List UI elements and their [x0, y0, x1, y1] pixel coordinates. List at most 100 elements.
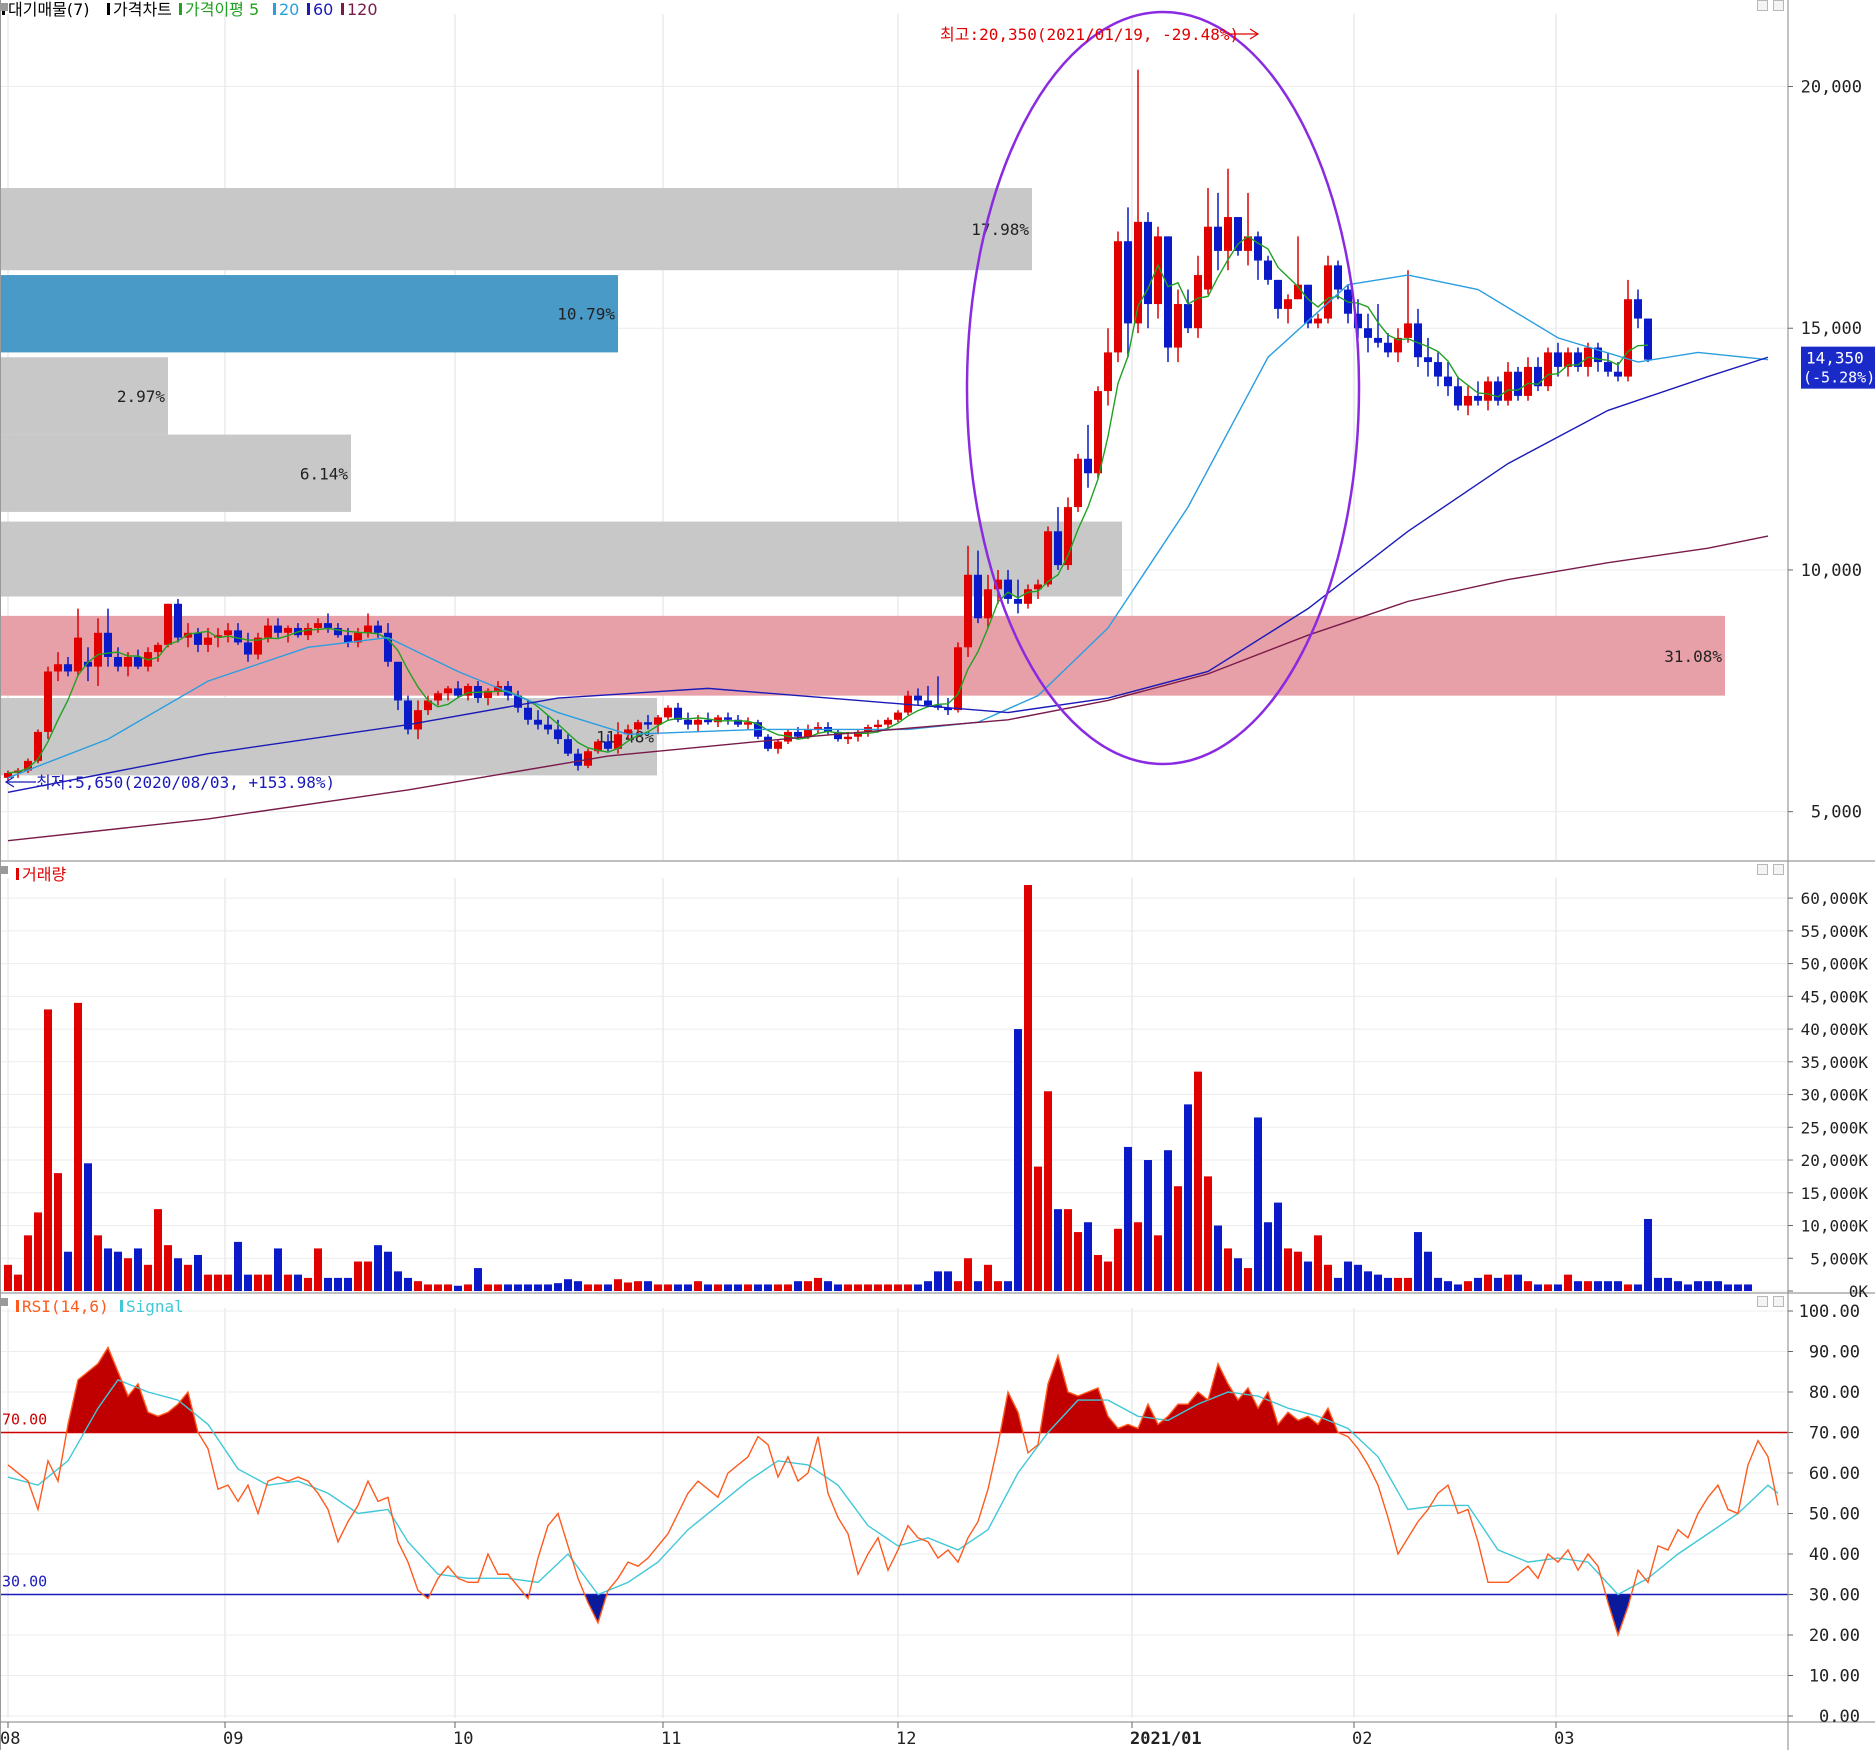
volume-bar	[1034, 1166, 1042, 1291]
minimize-button-volume[interactable]	[1757, 864, 1768, 875]
volume-bar	[1154, 1235, 1162, 1291]
volume-bar	[754, 1284, 762, 1291]
legend-main-item: 20	[279, 0, 299, 19]
volume-bar	[344, 1277, 352, 1291]
volume-bar	[1594, 1281, 1602, 1291]
volume-bar	[994, 1281, 1002, 1291]
candle-body	[564, 739, 572, 754]
volume-bar	[434, 1284, 442, 1291]
rsi-axis-tick: 90.00	[1809, 1343, 1860, 1363]
rsi-axis-tick: 10.00	[1809, 1667, 1860, 1687]
volume-bar	[1204, 1176, 1212, 1291]
volume-bar	[1414, 1232, 1422, 1291]
volume-bar	[844, 1284, 852, 1291]
volume-bar	[144, 1264, 152, 1291]
candle-body	[454, 688, 462, 696]
maximize-button-price[interactable]	[1773, 0, 1784, 11]
volume-bar	[974, 1281, 982, 1291]
volume-bar	[884, 1284, 892, 1291]
volume-bar	[1114, 1228, 1122, 1291]
candle-body	[1384, 342, 1392, 353]
volume-axis-tick: 40,000K	[1801, 1020, 1869, 1039]
volume-bar	[194, 1254, 202, 1291]
volume-profile-bar	[0, 275, 618, 353]
volume-bar	[14, 1274, 22, 1291]
volume-bar	[804, 1281, 812, 1291]
minimize-button-price[interactable]	[1757, 0, 1768, 11]
candle-body	[264, 625, 272, 638]
candle-body	[434, 693, 442, 701]
volume-bar	[374, 1245, 382, 1291]
volume-bar	[894, 1284, 902, 1291]
candle-body	[1624, 299, 1632, 377]
volume-bar	[1674, 1281, 1682, 1291]
candle-body	[924, 700, 932, 706]
volume-bar	[514, 1284, 522, 1291]
volume-bar	[1644, 1218, 1652, 1291]
volume-axis-tick: 20,000K	[1801, 1151, 1869, 1170]
candle-body	[894, 712, 902, 720]
candle-body	[324, 623, 332, 628]
candle-body	[874, 724, 882, 728]
x-axis-label: 03	[1554, 1729, 1574, 1749]
volume-bar	[1244, 1268, 1252, 1291]
volume-axis-tick: 35,000K	[1801, 1053, 1869, 1072]
candle-body	[1374, 337, 1382, 343]
maximize-button-volume[interactable]	[1773, 864, 1784, 875]
volume-axis-tick: 50,000K	[1801, 955, 1869, 974]
rsi-axis-tick: 60.00	[1809, 1464, 1860, 1484]
volume-bar	[384, 1251, 392, 1291]
volume-bar	[294, 1274, 302, 1291]
volume-bar	[1734, 1284, 1742, 1291]
maximize-button-rsi[interactable]	[1773, 1296, 1784, 1307]
candle-body	[1164, 236, 1172, 348]
candle-body	[1434, 362, 1442, 377]
volume-bar	[1394, 1277, 1402, 1291]
volume-bar	[914, 1284, 922, 1291]
candle-body	[1524, 366, 1532, 396]
volume-bar	[664, 1284, 672, 1291]
volume-bar	[684, 1284, 692, 1291]
candle-body	[1284, 299, 1292, 309]
candle-body	[364, 625, 372, 633]
volume-bar	[1684, 1284, 1692, 1291]
volume-bar	[794, 1281, 802, 1291]
candle-body	[1264, 260, 1272, 280]
volume-bar	[324, 1277, 332, 1291]
chart-canvas[interactable]: 17.98%10.79%2.97%6.14%31.08%11.48% 20,00…	[0, 0, 1875, 1750]
volume-bar	[834, 1284, 842, 1291]
volume-bar	[164, 1245, 172, 1291]
volume-bar	[524, 1284, 532, 1291]
volume-axis-tick: 15,000K	[1801, 1184, 1869, 1203]
candle-body	[544, 724, 552, 730]
candle-body	[114, 656, 122, 667]
volume-axis-tick: 60,000K	[1801, 889, 1869, 908]
volume-bar	[764, 1284, 772, 1291]
candle-body	[1044, 531, 1052, 585]
volume-bar	[184, 1264, 192, 1291]
volume-bar	[714, 1284, 722, 1291]
volume-bar	[1234, 1258, 1242, 1291]
candle-body	[1544, 352, 1552, 387]
candle-body	[94, 632, 102, 667]
volume-bar	[404, 1277, 412, 1291]
volume-bar	[674, 1284, 682, 1291]
rsi-axis-tick: 30.00	[1809, 1586, 1860, 1606]
volume-axis-tick: 45,000K	[1801, 987, 1869, 1006]
rsi-upper-level-label: 70.00	[2, 1411, 47, 1429]
volume-bar	[534, 1284, 542, 1291]
candle-body	[244, 642, 252, 655]
candle-body	[804, 729, 812, 737]
volume-bar	[94, 1235, 102, 1291]
candle-body	[154, 644, 162, 653]
volume-bar	[1084, 1222, 1092, 1291]
volume-bar	[1024, 885, 1032, 1291]
x-axis-label: 10	[453, 1729, 473, 1749]
volume-bar	[1134, 1222, 1142, 1291]
candle-body	[1274, 279, 1282, 309]
volume-bar	[1624, 1284, 1632, 1291]
volume-profile-bar	[0, 434, 351, 512]
legend-marker	[273, 3, 276, 15]
minimize-button-rsi[interactable]	[1757, 1296, 1768, 1307]
volume-bar	[1744, 1284, 1752, 1291]
